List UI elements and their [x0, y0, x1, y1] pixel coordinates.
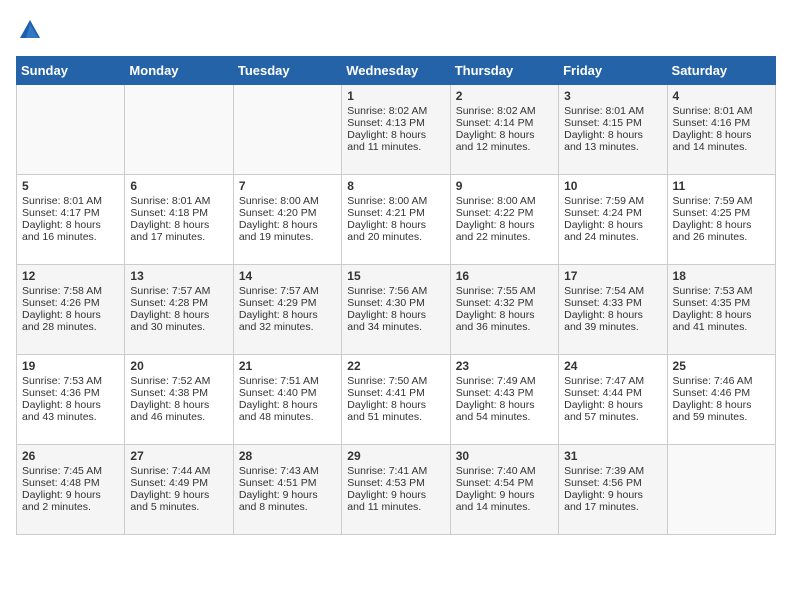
calendar-cell: 12Sunrise: 7:58 AMSunset: 4:26 PMDayligh… — [17, 265, 125, 355]
calendar-cell: 18Sunrise: 7:53 AMSunset: 4:35 PMDayligh… — [667, 265, 775, 355]
calendar-cell — [17, 85, 125, 175]
calendar-cell: 29Sunrise: 7:41 AMSunset: 4:53 PMDayligh… — [342, 445, 450, 535]
logo-icon — [16, 16, 44, 44]
calendar-cell: 30Sunrise: 7:40 AMSunset: 4:54 PMDayligh… — [450, 445, 558, 535]
day-number: 25 — [673, 359, 770, 373]
day-number: 13 — [130, 269, 227, 283]
day-number: 29 — [347, 449, 444, 463]
day-number: 30 — [456, 449, 553, 463]
calendar-cell: 31Sunrise: 7:39 AMSunset: 4:56 PMDayligh… — [559, 445, 667, 535]
logo — [16, 16, 48, 44]
calendar-cell: 2Sunrise: 8:02 AMSunset: 4:14 PMDaylight… — [450, 85, 558, 175]
weekday-header-row: SundayMondayTuesdayWednesdayThursdayFrid… — [17, 57, 776, 85]
calendar-cell: 27Sunrise: 7:44 AMSunset: 4:49 PMDayligh… — [125, 445, 233, 535]
calendar-cell: 4Sunrise: 8:01 AMSunset: 4:16 PMDaylight… — [667, 85, 775, 175]
calendar-week-row: 12Sunrise: 7:58 AMSunset: 4:26 PMDayligh… — [17, 265, 776, 355]
calendar-week-row: 19Sunrise: 7:53 AMSunset: 4:36 PMDayligh… — [17, 355, 776, 445]
day-number: 11 — [673, 179, 770, 193]
calendar-cell: 22Sunrise: 7:50 AMSunset: 4:41 PMDayligh… — [342, 355, 450, 445]
calendar-cell: 19Sunrise: 7:53 AMSunset: 4:36 PMDayligh… — [17, 355, 125, 445]
day-number: 18 — [673, 269, 770, 283]
calendar-cell: 14Sunrise: 7:57 AMSunset: 4:29 PMDayligh… — [233, 265, 341, 355]
calendar-cell: 9Sunrise: 8:00 AMSunset: 4:22 PMDaylight… — [450, 175, 558, 265]
day-number: 27 — [130, 449, 227, 463]
calendar-week-row: 1Sunrise: 8:02 AMSunset: 4:13 PMDaylight… — [17, 85, 776, 175]
day-number: 16 — [456, 269, 553, 283]
weekday-header-saturday: Saturday — [667, 57, 775, 85]
calendar-cell: 5Sunrise: 8:01 AMSunset: 4:17 PMDaylight… — [17, 175, 125, 265]
day-number: 10 — [564, 179, 661, 193]
calendar-cell — [233, 85, 341, 175]
weekday-header-wednesday: Wednesday — [342, 57, 450, 85]
weekday-header-tuesday: Tuesday — [233, 57, 341, 85]
day-number: 24 — [564, 359, 661, 373]
calendar-cell: 17Sunrise: 7:54 AMSunset: 4:33 PMDayligh… — [559, 265, 667, 355]
calendar-cell: 26Sunrise: 7:45 AMSunset: 4:48 PMDayligh… — [17, 445, 125, 535]
day-number: 14 — [239, 269, 336, 283]
day-number: 6 — [130, 179, 227, 193]
calendar-cell: 6Sunrise: 8:01 AMSunset: 4:18 PMDaylight… — [125, 175, 233, 265]
day-number: 5 — [22, 179, 119, 193]
day-number: 1 — [347, 89, 444, 103]
weekday-header-monday: Monday — [125, 57, 233, 85]
calendar-cell: 25Sunrise: 7:46 AMSunset: 4:46 PMDayligh… — [667, 355, 775, 445]
day-number: 12 — [22, 269, 119, 283]
day-number: 9 — [456, 179, 553, 193]
calendar-cell: 11Sunrise: 7:59 AMSunset: 4:25 PMDayligh… — [667, 175, 775, 265]
day-number: 3 — [564, 89, 661, 103]
day-number: 19 — [22, 359, 119, 373]
calendar-cell: 20Sunrise: 7:52 AMSunset: 4:38 PMDayligh… — [125, 355, 233, 445]
day-number: 4 — [673, 89, 770, 103]
calendar-cell: 7Sunrise: 8:00 AMSunset: 4:20 PMDaylight… — [233, 175, 341, 265]
weekday-header-friday: Friday — [559, 57, 667, 85]
calendar-cell: 24Sunrise: 7:47 AMSunset: 4:44 PMDayligh… — [559, 355, 667, 445]
calendar-cell: 13Sunrise: 7:57 AMSunset: 4:28 PMDayligh… — [125, 265, 233, 355]
day-number: 26 — [22, 449, 119, 463]
calendar-cell: 8Sunrise: 8:00 AMSunset: 4:21 PMDaylight… — [342, 175, 450, 265]
day-number: 7 — [239, 179, 336, 193]
day-number: 15 — [347, 269, 444, 283]
day-number: 22 — [347, 359, 444, 373]
weekday-header-thursday: Thursday — [450, 57, 558, 85]
calendar-cell — [125, 85, 233, 175]
day-number: 31 — [564, 449, 661, 463]
day-number: 23 — [456, 359, 553, 373]
calendar-cell: 16Sunrise: 7:55 AMSunset: 4:32 PMDayligh… — [450, 265, 558, 355]
calendar-week-row: 5Sunrise: 8:01 AMSunset: 4:17 PMDaylight… — [17, 175, 776, 265]
day-number: 8 — [347, 179, 444, 193]
calendar-cell: 3Sunrise: 8:01 AMSunset: 4:15 PMDaylight… — [559, 85, 667, 175]
calendar-week-row: 26Sunrise: 7:45 AMSunset: 4:48 PMDayligh… — [17, 445, 776, 535]
day-number: 2 — [456, 89, 553, 103]
day-number: 20 — [130, 359, 227, 373]
calendar-cell: 21Sunrise: 7:51 AMSunset: 4:40 PMDayligh… — [233, 355, 341, 445]
calendar-cell: 23Sunrise: 7:49 AMSunset: 4:43 PMDayligh… — [450, 355, 558, 445]
calendar-table: SundayMondayTuesdayWednesdayThursdayFrid… — [16, 56, 776, 535]
day-number: 17 — [564, 269, 661, 283]
calendar-cell: 15Sunrise: 7:56 AMSunset: 4:30 PMDayligh… — [342, 265, 450, 355]
calendar-cell: 28Sunrise: 7:43 AMSunset: 4:51 PMDayligh… — [233, 445, 341, 535]
day-number: 21 — [239, 359, 336, 373]
calendar-cell — [667, 445, 775, 535]
page-header — [16, 16, 776, 44]
day-number: 28 — [239, 449, 336, 463]
weekday-header-sunday: Sunday — [17, 57, 125, 85]
calendar-cell: 10Sunrise: 7:59 AMSunset: 4:24 PMDayligh… — [559, 175, 667, 265]
calendar-cell: 1Sunrise: 8:02 AMSunset: 4:13 PMDaylight… — [342, 85, 450, 175]
